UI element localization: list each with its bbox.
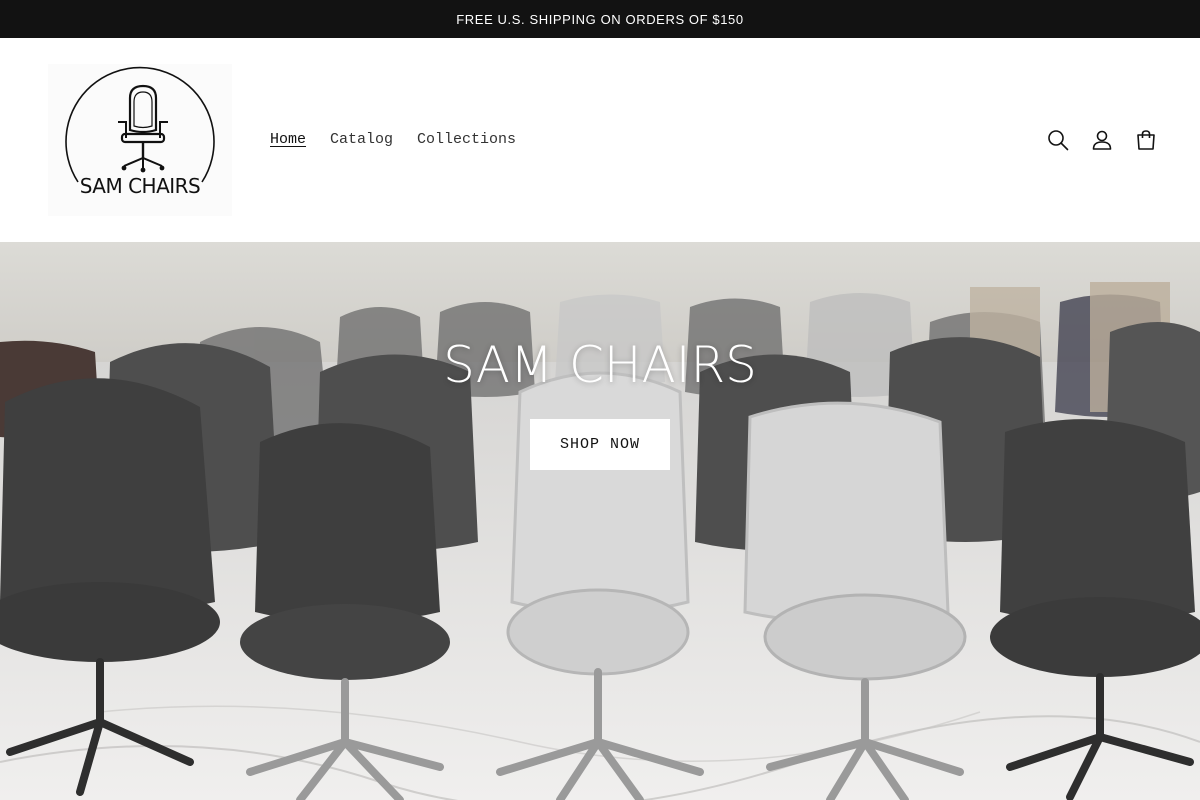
hero-title: SAM CHAIRS xyxy=(443,336,757,394)
site-logo[interactable]: SAM CHAIRS xyxy=(48,64,232,216)
shop-now-button[interactable]: SHOP NOW xyxy=(530,419,670,470)
header-actions xyxy=(1042,124,1162,156)
search-icon[interactable] xyxy=(1042,124,1074,156)
logo-text: SAM CHAIRS xyxy=(79,174,201,198)
account-icon[interactable] xyxy=(1086,124,1118,156)
nav-home[interactable]: Home xyxy=(258,128,318,152)
hero-banner: SAM CHAIRS SHOP NOW xyxy=(0,242,1200,800)
nav-catalog[interactable]: Catalog xyxy=(318,128,405,152)
announcement-bar: FREE U.S. SHIPPING ON ORDERS OF $150 xyxy=(0,0,1200,38)
nav-collections[interactable]: Collections xyxy=(405,128,528,152)
cart-icon[interactable] xyxy=(1130,124,1162,156)
main-nav: Home Catalog Collections xyxy=(258,128,528,152)
site-header: SAM CHAIRS Home Catalog Collections xyxy=(0,38,1200,242)
announcement-text: FREE U.S. SHIPPING ON ORDERS OF $150 xyxy=(456,11,744,27)
hero-image xyxy=(0,242,1200,800)
